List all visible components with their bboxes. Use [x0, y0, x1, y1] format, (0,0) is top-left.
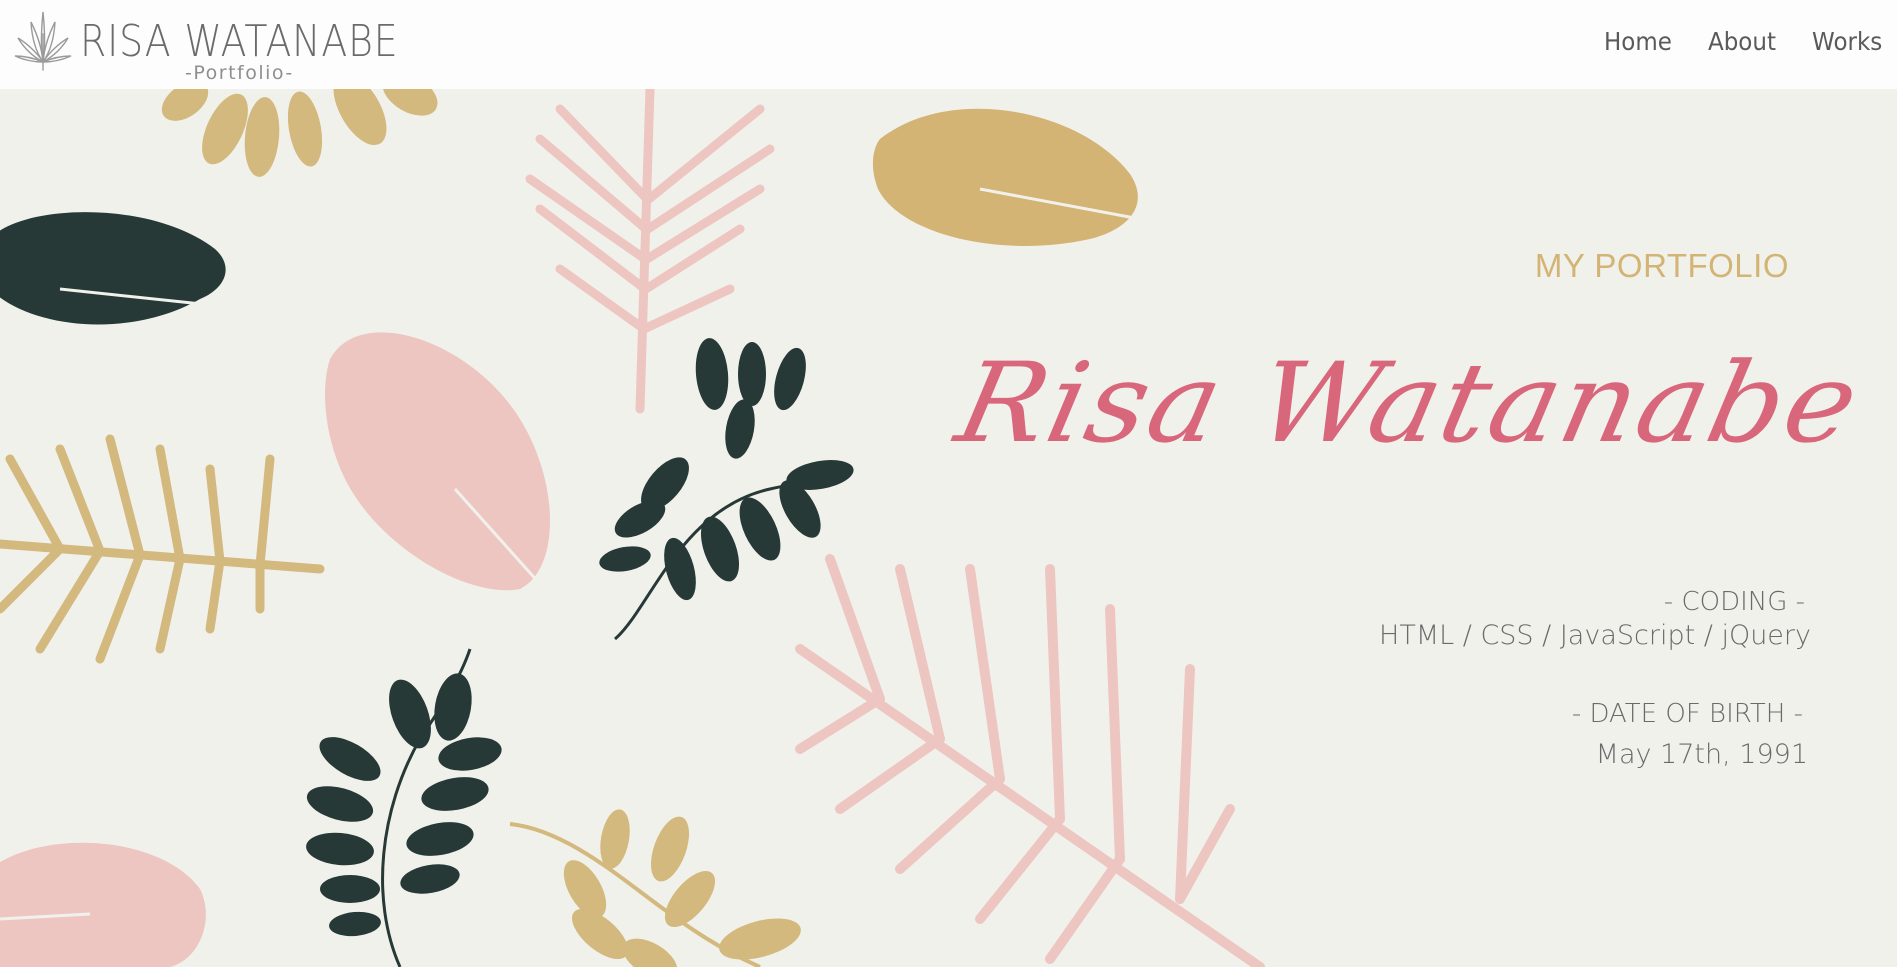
- date-of-birth-heading: - DATE OF BIRTH -: [1571, 699, 1803, 729]
- pink-banana-leaf-bottom: [0, 842, 206, 967]
- gold-fern-left: [0, 434, 325, 664]
- pink-banana-leaf: [325, 332, 550, 591]
- site-header: RISA WATANABE -Portfolio- Home About Wor…: [0, 0, 1897, 89]
- pink-fern-bottom: [795, 554, 1265, 967]
- pink-fern-top: [525, 89, 775, 414]
- dark-banana-leaf: [0, 212, 231, 325]
- leaf-background: [0, 89, 1265, 967]
- logo[interactable]: RISA WATANABE -Portfolio-: [14, 10, 434, 84]
- gold-leaf-top-left: [161, 89, 438, 177]
- dark-fern-bottom: [306, 648, 502, 967]
- logo-title: RISA WATANABE: [80, 16, 399, 67]
- nav-home-link[interactable]: Home: [1604, 24, 1672, 64]
- coding-value: HTML / CSS / JavaScript / jQuery: [1379, 620, 1811, 651]
- gold-fern-bottom: [509, 809, 801, 967]
- portfolio-label: MY PORTFOLIO: [1534, 247, 1789, 284]
- gold-banana-leaf: [872, 108, 1141, 246]
- logo-subtitle: -Portfolio-: [185, 62, 294, 84]
- coding-heading: - CODING -: [1663, 587, 1805, 617]
- nav-works-link[interactable]: Works: [1812, 24, 1882, 64]
- hero-section: MY PORTFOLIO Risa Watanabe - CODING - HT…: [0, 89, 1897, 967]
- signature-name: Risa Watanabe: [946, 339, 1871, 468]
- nav-about-link[interactable]: About: [1708, 24, 1776, 64]
- dark-fern-center: [599, 338, 854, 641]
- main-nav: Home About Works: [1601, 24, 1885, 64]
- date-of-birth-value: May 17th, 1991: [1595, 739, 1808, 770]
- leaf-icon: [14, 11, 72, 71]
